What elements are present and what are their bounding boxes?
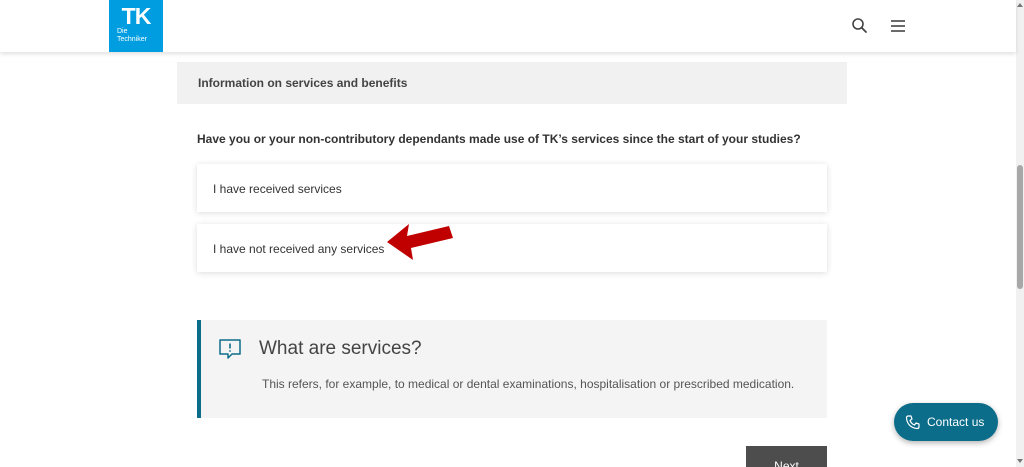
top-header: TK Die Techniker xyxy=(0,0,1016,52)
contact-us-label: Contact us xyxy=(927,415,985,429)
scroll-up-arrow-icon[interactable] xyxy=(1017,2,1023,8)
search-icon[interactable] xyxy=(849,15,871,37)
contact-us-button[interactable]: Contact us xyxy=(894,403,998,441)
option-label: I have not received any services xyxy=(213,242,385,256)
scrollbar-thumb[interactable] xyxy=(1017,165,1023,289)
logo-brand-line2: Techniker xyxy=(117,36,147,43)
logo-brand: Die Techniker xyxy=(117,28,147,44)
tk-logo[interactable]: TK Die Techniker xyxy=(109,0,163,52)
scroll-down-arrow-icon[interactable] xyxy=(1017,458,1023,464)
question-text: Have you or your non-contributory depend… xyxy=(197,132,801,146)
section-title: Information on services and benefits xyxy=(198,76,408,90)
red-arrow-annotation-icon xyxy=(387,224,453,260)
option-received-services[interactable]: I have received services xyxy=(197,164,827,212)
callout-body: This refers, for example, to medical or … xyxy=(262,377,795,391)
section-title-bar: Information on services and benefits xyxy=(177,62,847,104)
logo-mark: TK xyxy=(121,3,152,29)
hamburger-menu-icon[interactable] xyxy=(887,15,909,37)
page-scrollbar[interactable] xyxy=(1016,0,1024,467)
phone-icon xyxy=(905,415,920,430)
speech-bubble-info-icon xyxy=(219,339,241,359)
option-not-received-services[interactable]: I have not received any services xyxy=(197,224,827,272)
info-callout: What are services? This refers, for exam… xyxy=(197,320,827,418)
next-button[interactable]: Next xyxy=(746,446,827,467)
callout-title: What are services? xyxy=(259,338,422,359)
logo-brand-line1: Die xyxy=(117,28,128,35)
option-label: I have received services xyxy=(213,182,342,196)
